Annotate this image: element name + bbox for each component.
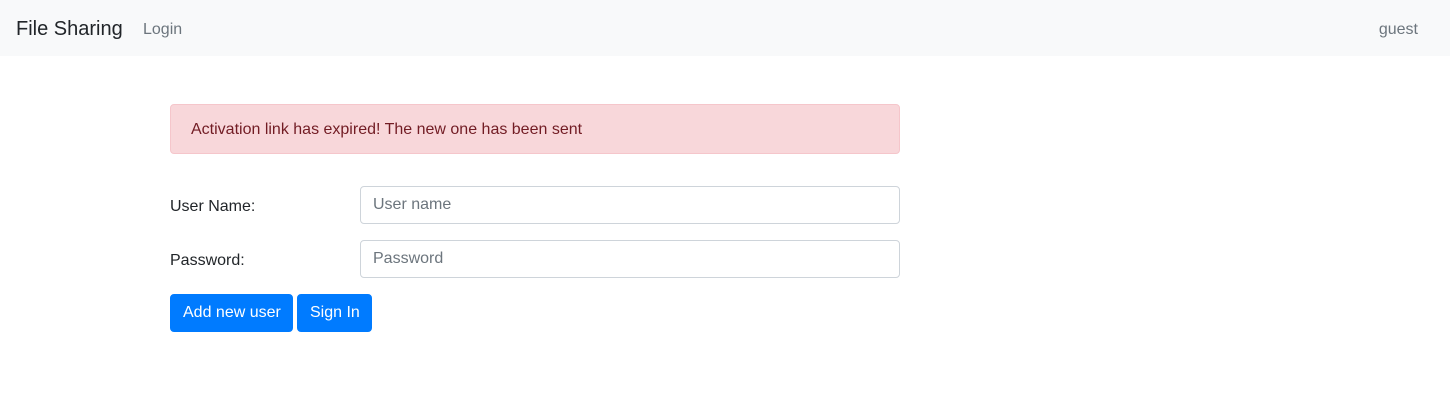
add-new-user-button[interactable]: Add new user — [170, 294, 293, 332]
nav-current-user[interactable]: guest — [1379, 19, 1418, 41]
password-input[interactable] — [360, 240, 900, 278]
navbar-brand[interactable]: File Sharing — [16, 15, 123, 43]
sign-in-button[interactable]: Sign In — [297, 294, 372, 332]
password-label: Password: — [170, 252, 245, 269]
nav-login-link[interactable]: Login — [143, 19, 182, 41]
alert-danger: Activation link has expired! The new one… — [170, 104, 900, 154]
alert-message: Activation link has expired! The new one… — [191, 121, 583, 138]
navbar: File Sharing Login guest — [0, 0, 1450, 56]
username-input[interactable] — [360, 186, 900, 224]
username-label: User Name: — [170, 198, 256, 215]
